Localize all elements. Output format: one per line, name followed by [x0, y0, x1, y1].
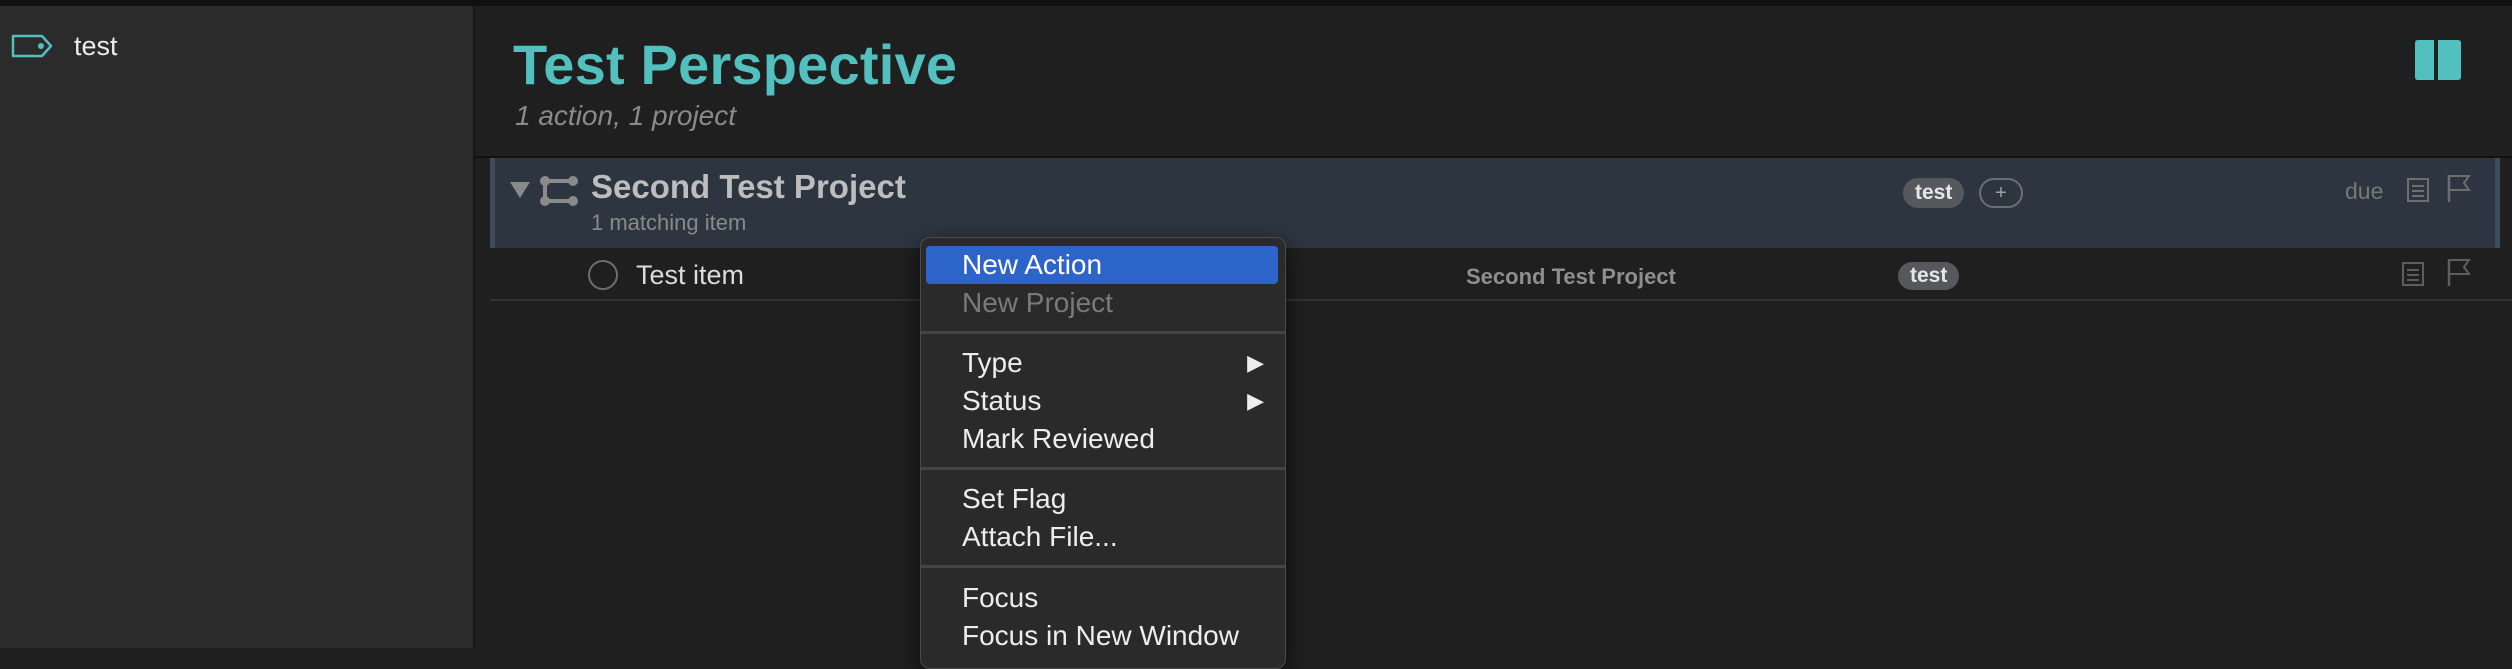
- flag-icon[interactable]: [2445, 172, 2473, 204]
- project-tag[interactable]: test: [1903, 178, 1965, 208]
- note-icon[interactable]: [2405, 176, 2433, 208]
- sidebar: test: [0, 6, 473, 648]
- menu-item-attach-file[interactable]: Attach File...: [926, 518, 1278, 556]
- menu-item-set-flag[interactable]: Set Flag: [926, 480, 1278, 518]
- action-tag[interactable]: test: [1898, 262, 1960, 290]
- page-subtitle: 1 action, 1 project: [515, 100, 737, 131]
- due-field[interactable]: due: [2345, 178, 2383, 205]
- project-title[interactable]: Second Test Project: [591, 168, 906, 206]
- menu-item-type[interactable]: Type ▶: [926, 344, 1278, 382]
- project-sequential-icon: [539, 174, 579, 208]
- action-project-label[interactable]: Second Test Project: [1466, 264, 1676, 290]
- sidebar-item-label: test: [74, 30, 118, 61]
- submenu-arrow-icon: ▶: [1247, 350, 1264, 375]
- page-title: Test Perspective: [513, 33, 958, 96]
- menu-separator: [921, 467, 1285, 470]
- perspective-header: Test Perspective 1 action, 1 project: [475, 6, 2512, 156]
- context-menu: New Action New Project Type ▶ Status ▶ M…: [920, 237, 1286, 669]
- note-icon[interactable]: [2400, 260, 2428, 292]
- status-checkbox[interactable]: [588, 260, 618, 290]
- menu-separator: [921, 331, 1285, 334]
- menu-item-mark-reviewed[interactable]: Mark Reviewed: [926, 420, 1278, 458]
- menu-item-focus-new-window[interactable]: Focus in New Window: [926, 617, 1278, 655]
- inspector-panel-icon: [2412, 37, 2464, 88]
- inspector-toggle-button[interactable]: [2410, 36, 2466, 88]
- add-tag-button[interactable]: +: [1979, 178, 2023, 208]
- menu-item-new-action[interactable]: New Action: [926, 246, 1278, 284]
- project-row[interactable]: Second Test Project 1 matching item test…: [490, 158, 2500, 248]
- submenu-arrow-icon: ▶: [1247, 388, 1264, 413]
- menu-separator: [921, 565, 1285, 568]
- row-separator: [490, 299, 2512, 301]
- flag-icon[interactable]: [2445, 256, 2473, 288]
- action-row[interactable]: Test item Second Test Project test: [490, 250, 2512, 300]
- menu-item-focus[interactable]: Focus: [926, 579, 1278, 617]
- menu-item-new-project: New Project: [962, 287, 1113, 318]
- project-match-count: 1 matching item: [591, 210, 747, 235]
- disclosure-triangle-icon[interactable]: [509, 180, 535, 204]
- action-title[interactable]: Test item: [636, 260, 744, 291]
- tag-icon: [10, 31, 56, 61]
- menu-item-label: Status: [962, 385, 1042, 416]
- menu-item-label: Type: [962, 347, 1023, 378]
- sidebar-item-test[interactable]: test: [10, 26, 118, 66]
- menu-item-status[interactable]: Status ▶: [926, 382, 1278, 420]
